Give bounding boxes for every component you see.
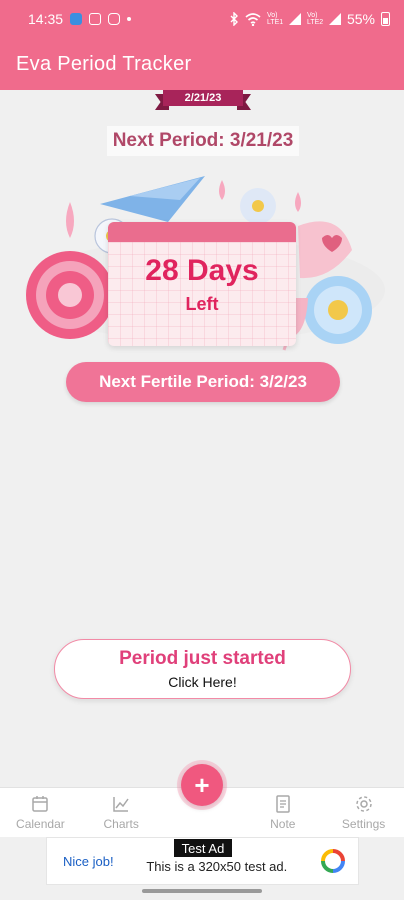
test-ad-label: Test Ad (174, 839, 232, 857)
days-left-suffix: Left (185, 294, 219, 314)
status-left: 14:35 (28, 11, 132, 27)
more-notifications-icon (127, 17, 132, 21)
chart-icon (113, 797, 129, 812)
calendar-icon (32, 796, 49, 812)
period-illustration: 28 Days Left (0, 160, 404, 360)
current-date: 2/21/23 (163, 90, 243, 106)
bluetooth-icon (230, 12, 238, 26)
status-right: Vo) LTE1 Vo) LTE2 55% (229, 11, 390, 27)
cloud-app-icon (70, 13, 83, 25)
wifi-icon (245, 12, 261, 26)
gear-icon (355, 796, 372, 812)
battery-percent: 55% (346, 11, 375, 27)
period-started-title: Period just started (119, 648, 286, 669)
nav-note-label: Note (270, 817, 296, 831)
date-ribbon: 2/21/23 (155, 90, 251, 110)
instagram-icon (108, 13, 121, 25)
signal-2-label: Vo) LTE2 (306, 12, 324, 26)
signal-bars-2-icon (328, 13, 341, 25)
nav-charts-label: Charts (103, 817, 139, 831)
next-fertile-period: Next Fertile Period: 3/2/23 (66, 362, 340, 402)
nav-calendar-label: Calendar (16, 817, 65, 831)
ad-nice-job: Nice job! (63, 853, 114, 869)
days-left-count: 28 Days (145, 254, 259, 287)
nav-settings[interactable]: Settings (323, 788, 404, 837)
nav-note[interactable]: Note (242, 788, 323, 837)
calendar-card-header (108, 222, 296, 242)
note-icon (276, 795, 290, 813)
period-started-button[interactable]: Period just started Click Here! (54, 639, 351, 699)
nav-charts[interactable]: Charts (81, 788, 162, 837)
period-started-subtitle: Click Here! (168, 674, 237, 690)
nav-settings-label: Settings (341, 817, 386, 831)
message-icon (89, 13, 102, 25)
status-bar: 14:35 Vo) LTE1 Vo) LTE2 55% (0, 0, 404, 38)
app-bar: Eva Period Tracker (0, 38, 404, 90)
gesture-bar (142, 889, 262, 893)
add-button[interactable]: + (181, 764, 223, 806)
status-time: 14:35 (28, 11, 64, 27)
signal-bars-1-icon (288, 13, 301, 25)
next-period-label: Next Period: 3/21/23 (107, 126, 299, 156)
signal-1-label: Vo) LTE1 (266, 12, 284, 26)
nav-calendar[interactable]: Calendar (0, 788, 81, 837)
app-title: Eva Period Tracker (16, 52, 192, 75)
ad-logo-icon (321, 849, 345, 873)
battery-icon (381, 12, 390, 26)
